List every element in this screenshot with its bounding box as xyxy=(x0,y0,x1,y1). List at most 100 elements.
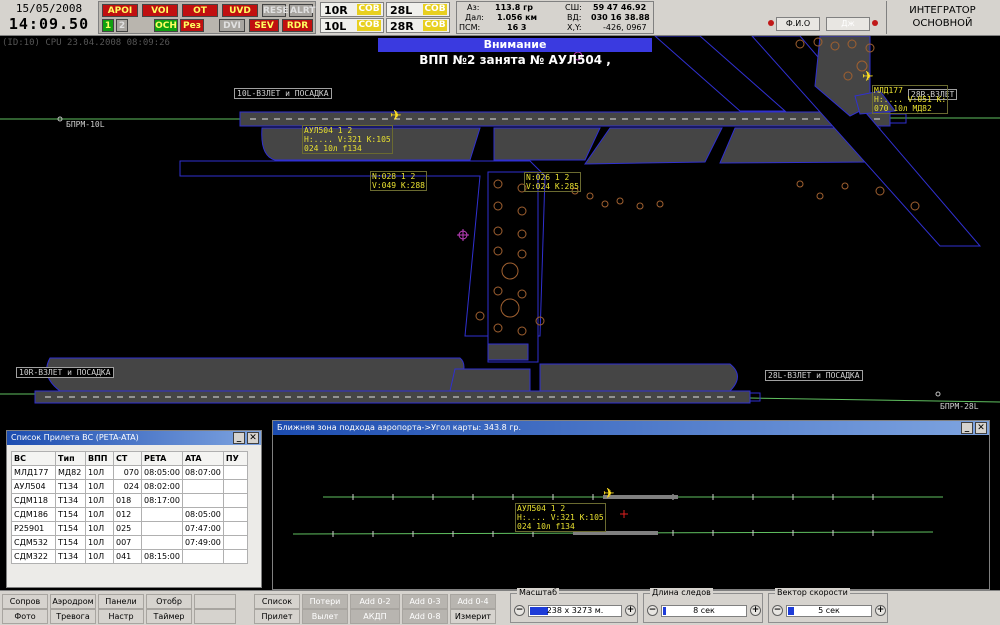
mode-rdr-button[interactable]: RDR xyxy=(282,19,313,32)
trail-plus-button[interactable]: + xyxy=(750,605,761,616)
nastr-button[interactable]: Настр xyxy=(98,609,144,624)
runway-bottom-right-label: 28L-ВЗЛЕТ и ПОСАДКА xyxy=(765,370,863,381)
mode-ot-button[interactable]: OT xyxy=(182,4,218,17)
table-row[interactable]: МЛД177 МД82 10Л 070 08:05:00 08:07:00 xyxy=(11,465,248,480)
integrator-mode-button[interactable]: ИНТЕГРАТОР ОСНОВНОЙ xyxy=(886,1,998,34)
speed-plus-button[interactable]: + xyxy=(875,605,886,616)
cell-runway: 10Л xyxy=(85,549,114,564)
table-row[interactable]: СДМ186 Т154 10Л 012 08:05:00 xyxy=(11,507,248,522)
add-0-4-button[interactable]: Add 0-4 xyxy=(450,594,496,609)
prilet-button[interactable]: Прилет xyxy=(254,609,300,624)
runway-28l-status[interactable]: 28L COB xyxy=(386,2,450,17)
speed-vector-control: Вектор скорости − 5 сек + xyxy=(768,588,888,623)
mode-alrt-button[interactable]: ALRT xyxy=(289,4,315,17)
col-header[interactable]: Тип xyxy=(55,451,86,466)
col-header[interactable]: ВС xyxy=(11,451,56,466)
mode-dvi-button[interactable]: DVI xyxy=(219,19,245,32)
otobr-button[interactable]: Отобр xyxy=(146,594,192,609)
runway-10r-status[interactable]: 10R COB xyxy=(320,2,384,17)
trevoga-button[interactable]: Тревога xyxy=(50,609,96,624)
add-0-3-button[interactable]: Add 0-3 xyxy=(402,594,448,609)
cell-runway: 10Л xyxy=(85,535,114,550)
airfield-map[interactable]: 10L-ВЗЛЕТ и ПОСАДКА 10R-ВЗЛЕТ и ПОСАДКА … xyxy=(0,36,1000,418)
paneli-button[interactable]: Панели xyxy=(98,594,144,609)
col-header[interactable]: ПУ xyxy=(222,451,248,466)
col-header[interactable]: PETA xyxy=(141,451,183,466)
channel-2-button[interactable]: 2 xyxy=(116,19,128,32)
table-row[interactable]: АУЛ504 Т134 10Л 024 08:02:00 xyxy=(11,479,248,494)
track-tag-n028[interactable]: N:028 1 2 V:049 K:288 xyxy=(370,171,427,191)
track-tag-mld177[interactable]: МЛД177 H:.... V:051 K: 070 10л МД82 xyxy=(872,85,949,114)
close-icon[interactable]: ✕ xyxy=(247,432,259,444)
minimize-icon[interactable]: _ xyxy=(961,422,973,434)
approach-zone-window[interactable]: Ближняя зона подхода аэропорта->Угол кар… xyxy=(272,420,990,590)
channel-1-button[interactable]: 1 xyxy=(102,19,114,32)
az-value: 113.8 гр xyxy=(495,3,533,12)
aircraft-mld177-icon[interactable]: ✈ xyxy=(862,70,874,84)
approach-track-tag[interactable]: АУЛ504 1 2 H:.... V:321 K:105 024 10л f1… xyxy=(515,503,606,532)
cell-peta: 08:17:00 xyxy=(141,493,183,508)
foto-button[interactable]: Фото xyxy=(2,609,48,624)
scale-minus-button[interactable]: − xyxy=(514,605,525,616)
taimer-button[interactable]: Таймер xyxy=(146,609,192,624)
dzh-button[interactable]: Дж xyxy=(826,17,870,31)
cell-ata xyxy=(181,549,224,564)
scale-control: Масштаб − 238 x 3273 м. + xyxy=(510,588,638,623)
izmerit-button[interactable]: Измерит xyxy=(450,609,496,624)
mode-och-button[interactable]: OCH xyxy=(154,19,178,32)
table-row[interactable]: СДМ118 Т134 10Л 018 08:17:00 xyxy=(11,493,248,508)
cell-runway: 10Л xyxy=(85,521,114,536)
col-header[interactable]: СТ xyxy=(113,451,142,466)
blank-button[interactable] xyxy=(194,609,236,624)
scale-plus-button[interactable]: + xyxy=(625,605,636,616)
table-row[interactable]: СДМ532 Т154 10Л 007 07:49:00 xyxy=(11,535,248,550)
trail-value[interactable]: 8 сек xyxy=(661,605,747,617)
col-header[interactable]: ВПП xyxy=(85,451,114,466)
cell-ata xyxy=(181,479,224,494)
add-0-8-button[interactable]: Add 0-8 xyxy=(402,609,448,624)
soprov-button[interactable]: Сопров xyxy=(2,594,48,609)
mode-panel: APOI VOI OT UVD RESEZ ALRT 1 2 OCH Рез D… xyxy=(98,1,316,34)
mode-voi-button[interactable]: VOI xyxy=(142,4,178,17)
mode-sev-button[interactable]: SEV xyxy=(249,19,279,32)
poteri-button[interactable]: Потери xyxy=(302,594,348,609)
close-icon[interactable]: ✕ xyxy=(975,422,987,434)
speed-minus-button[interactable]: − xyxy=(772,605,783,616)
mode-rez-button[interactable]: Рез xyxy=(180,19,204,32)
cell-callsign: Р25901 xyxy=(11,521,56,536)
table-row[interactable]: Р25901 Т154 10Л 025 07:47:00 xyxy=(11,521,248,536)
vd-label: ВД: xyxy=(567,13,582,22)
speed-title: Вектор скорости xyxy=(775,588,850,597)
spisok-button[interactable]: Список xyxy=(254,594,300,609)
mode-apoi-button[interactable]: APOI xyxy=(102,4,138,17)
runway-10l-status[interactable]: 10L COB xyxy=(320,18,384,33)
track-tag-aul504[interactable]: АУЛ504 1 2 H:.... V:321 K:105 024 10л f1… xyxy=(302,125,393,154)
fio-button[interactable]: Ф.И.О xyxy=(776,17,820,31)
runway-28r-status[interactable]: 28R COB xyxy=(386,18,450,33)
add-0-2-button[interactable]: Add 0-2 xyxy=(350,594,400,609)
cell-peta: 08:05:00 xyxy=(141,465,183,480)
trail-minus-button[interactable]: − xyxy=(647,605,658,616)
akdp-button[interactable]: АКДП xyxy=(350,609,400,624)
cell-callsign: СДМ322 xyxy=(11,549,56,564)
ssh-label: СШ: xyxy=(565,3,582,12)
mode-resez-button[interactable]: RESEZ xyxy=(262,4,295,17)
aerodrom-button[interactable]: Аэродром xyxy=(50,594,96,609)
track-tag-n026[interactable]: N:026 1 2 V:024 K:285 xyxy=(524,172,581,192)
mode-uvd-button[interactable]: UVD xyxy=(222,4,258,17)
aircraft-aul504-icon[interactable]: ✈ xyxy=(390,109,402,123)
minimize-icon[interactable]: _ xyxy=(233,432,245,444)
scale-value[interactable]: 238 x 3273 м. xyxy=(528,605,622,617)
top-bar: 15/05/2008 14:09.50 APOI VOI OT UVD RESE… xyxy=(0,0,1000,36)
table-row[interactable]: СДМ322 Т134 10Л 041 08:15:00 xyxy=(11,549,248,564)
col-header[interactable]: ATA xyxy=(181,451,224,466)
cell-type: Т154 xyxy=(55,507,86,522)
vylet-button[interactable]: Вылет xyxy=(302,609,348,624)
speed-value[interactable]: 5 сек xyxy=(786,605,872,617)
cell-pu xyxy=(222,465,248,480)
aircraft-aul504-icon[interactable]: ✈ xyxy=(603,487,615,501)
apron-bottom-mid xyxy=(449,368,531,392)
cell-stand: 024 xyxy=(113,479,142,494)
blank-button[interactable] xyxy=(194,594,236,609)
status-led-icon xyxy=(872,20,878,26)
